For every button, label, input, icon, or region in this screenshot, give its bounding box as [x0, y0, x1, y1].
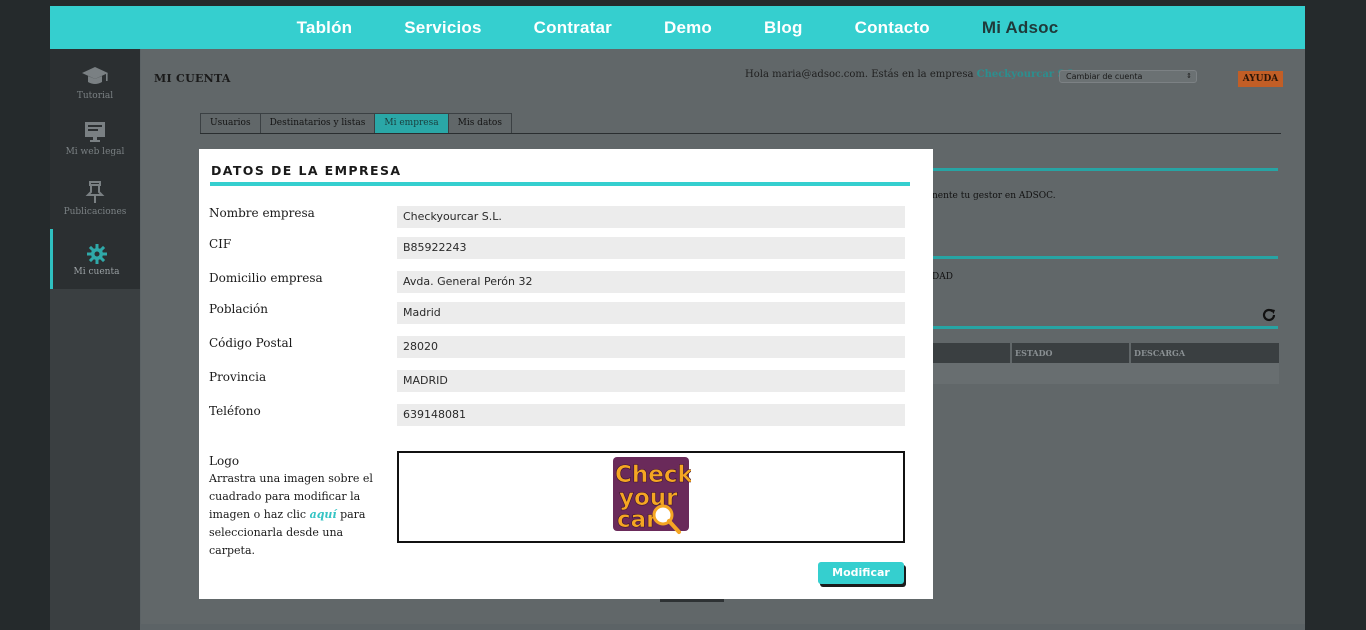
section-divider — [932, 168, 1278, 171]
nav-tablon[interactable]: Tablón — [271, 18, 379, 38]
tab-usuarios[interactable]: Usuarios — [200, 113, 261, 133]
tab-divider — [200, 133, 1281, 134]
input-codigo-postal[interactable]: 28020 — [397, 336, 905, 358]
nav-mi-adsoc[interactable]: Mi Adsoc — [956, 18, 1085, 38]
section-divider — [932, 326, 1278, 329]
pin-icon — [85, 181, 105, 203]
nav-contacto[interactable]: Contacto — [829, 18, 956, 38]
input-telefono[interactable]: 639148081 — [397, 404, 905, 426]
company-logo: Check your car — [613, 457, 691, 534]
input-provincia[interactable]: MADRID — [397, 370, 905, 392]
sidebar-item-tutorial[interactable]: Tutorial — [50, 63, 140, 123]
account-select[interactable]: Cambiar de cuenta ⇕ — [1059, 70, 1197, 83]
sidebar-item-mi-web-legal[interactable]: Mi web legal — [50, 119, 140, 179]
label-nombre-empresa: Nombre empresa — [209, 206, 315, 220]
table-header-cell — [932, 343, 1010, 363]
nav-contratar[interactable]: Contratar — [508, 18, 638, 38]
greeting: Hola maria@adsoc.com. Estás en la empres… — [745, 69, 1078, 80]
nav-blog[interactable]: Blog — [738, 18, 829, 38]
sidebar-item-mi-cuenta[interactable]: Mi cuenta — [50, 229, 140, 289]
input-poblacion[interactable]: Madrid — [397, 302, 905, 324]
background-text-gestor: nente tu gestor en ADSOC. — [932, 191, 1056, 201]
graduation-cap-icon — [82, 67, 108, 84]
modify-button[interactable]: Modificar — [818, 562, 904, 584]
help-button[interactable]: AYUDA — [1238, 71, 1283, 87]
logo-dropzone[interactable]: Check your car — [397, 451, 905, 543]
select-arrows-icon: ⇕ — [1186, 72, 1192, 80]
account-select-value: Cambiar de cuenta — [1066, 72, 1143, 81]
logo-upload-link[interactable]: aquí — [310, 508, 337, 521]
sidebar-label-publicaciones: Publicaciones — [63, 207, 127, 217]
logo-help: Logo Arrastra una imagen sobre el cuadra… — [209, 452, 374, 560]
refresh-icon[interactable] — [1261, 307, 1277, 323]
top-navigation: Tablón Servicios Contratar Demo Blog Con… — [50, 6, 1305, 49]
background-text-dad: DAD — [932, 272, 953, 282]
input-cif[interactable]: B85922243 — [397, 237, 905, 259]
section-divider — [932, 256, 1278, 259]
tab-destinatarios[interactable]: Destinatarios y listas — [259, 113, 376, 133]
input-domicilio[interactable]: Avda. General Perón 32 — [397, 271, 905, 293]
sidebar-label-tutorial: Tutorial — [76, 91, 114, 101]
nav-servicios[interactable]: Servicios — [378, 18, 507, 38]
account-tabs: Usuarios Destinatarios y listas Mi empre… — [200, 113, 512, 133]
gear-icon — [86, 244, 107, 264]
label-cif: CIF — [209, 237, 232, 251]
logo-label: Logo — [209, 454, 240, 468]
sidebar-label-mi-cuenta: Mi cuenta — [73, 267, 120, 277]
table-header-estado: ESTADO — [1010, 343, 1129, 363]
modal-title-rule — [210, 182, 910, 186]
tab-mi-empresa[interactable]: Mi empresa — [374, 113, 449, 133]
table-header-descarga: DESCARGA — [1129, 343, 1279, 363]
greeting-text: Hola maria@adsoc.com. Estás en la empres… — [745, 69, 974, 80]
documents-table-header: ESTADO DESCARGA — [932, 343, 1279, 363]
label-codigo-postal: Código Postal — [209, 336, 293, 350]
monitor-icon — [85, 122, 105, 142]
sidebar-filler — [50, 289, 140, 630]
page-title: MI CUENTA — [154, 72, 231, 85]
label-telefono: Teléfono — [209, 404, 261, 418]
modal-title: DATOS DE LA EMPRESA — [211, 163, 402, 178]
label-provincia: Provincia — [209, 370, 267, 384]
tab-mis-datos[interactable]: Mis datos — [447, 113, 512, 133]
label-domicilio: Domicilio empresa — [209, 271, 323, 285]
sidebar-label-mi-web-legal: Mi web legal — [65, 147, 125, 157]
table-row — [932, 363, 1279, 384]
logo-word-car: car — [617, 507, 658, 533]
nav-demo[interactable]: Demo — [638, 18, 738, 38]
input-nombre-empresa[interactable]: Checkyourcar S.L. — [397, 206, 905, 228]
label-poblacion: Población — [209, 302, 268, 316]
company-data-modal: DATOS DE LA EMPRESA Nombre empresa Check… — [199, 149, 933, 599]
